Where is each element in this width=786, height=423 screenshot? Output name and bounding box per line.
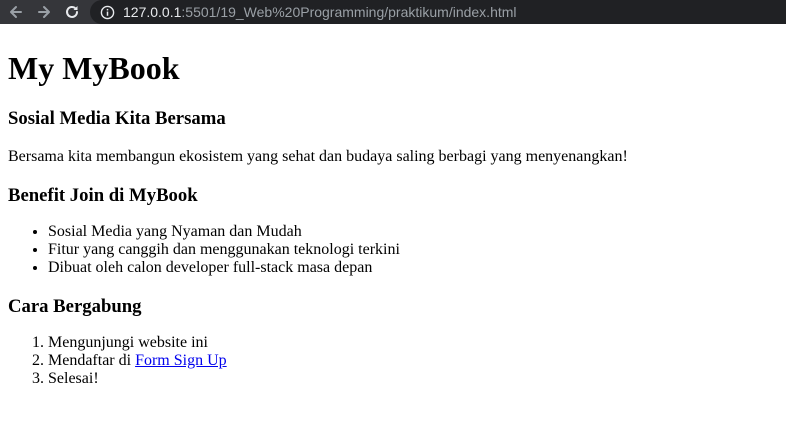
step-prefix: Mendaftar di [48,352,136,369]
page-content: My MyBook Sosial Media Kita Bersama Bers… [0,24,786,423]
reload-icon [66,5,78,18]
info-icon[interactable] [100,5,115,20]
intro-heading: Sosial Media Kita Bersama [8,108,226,129]
benefit-item: Sosial Media yang Nyaman dan Mudah [48,223,778,241]
step-item: Selesai! [48,370,778,388]
join-heading: Cara Bergabung [8,296,142,317]
benefit-heading: Benefit Join di MyBook [8,185,198,206]
reload-button[interactable] [60,0,84,24]
arrow-left-icon [10,6,22,18]
page-title: My MyBook [8,50,180,86]
back-button[interactable] [4,0,28,24]
url-host: 127.0.0.1 [123,4,182,20]
browser-toolbar: 127.0.0.1:5501/19_Web%20Programming/prak… [0,0,786,24]
benefit-list: Sosial Media yang Nyaman dan Mudah Fitur… [8,223,778,277]
benefit-item: Fitur yang canggih dan menggunakan tekno… [48,241,778,259]
address-bar[interactable]: 127.0.0.1:5501/19_Web%20Programming/prak… [90,0,786,24]
intro-text: Bersama kita membangun ekosistem yang se… [8,148,628,165]
step-item: Mengunjungi website ini [48,334,778,352]
steps-list: Mengunjungi website ini Mendaftar di For… [8,334,778,388]
forward-button[interactable] [32,0,56,24]
benefit-item: Dibuat oleh calon developer full-stack m… [48,259,778,277]
step-item: Mendaftar di Form Sign Up [48,352,778,370]
signup-form-link[interactable]: Form Sign Up [135,352,227,369]
url-path: :5501/19_Web%20Programming/praktikum/ind… [181,4,517,20]
arrow-right-icon [38,6,50,18]
